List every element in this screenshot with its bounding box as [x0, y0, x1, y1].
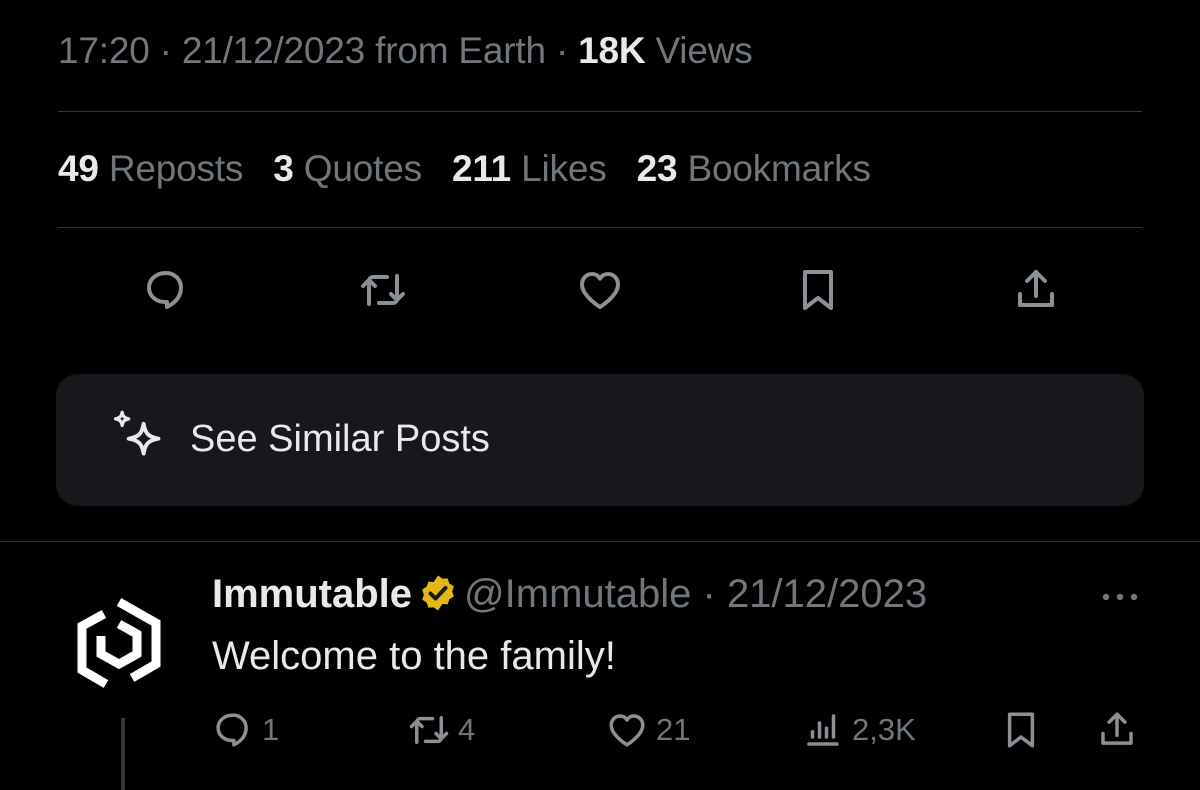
thread-line — [121, 718, 125, 790]
repost-icon — [361, 274, 405, 306]
reply-icon — [216, 713, 248, 747]
see-similar-posts-button[interactable]: See Similar Posts — [56, 374, 1144, 506]
reply-text: Welcome to the family! — [212, 634, 616, 678]
views-label: Views — [645, 30, 753, 71]
repost-count: 4 — [458, 712, 476, 747]
repost-button[interactable] — [355, 262, 411, 318]
stat-reposts[interactable]: 49 Reposts — [58, 148, 243, 189]
reply-author-name[interactable]: Immutable — [212, 572, 412, 616]
reply-views-button[interactable]: 2,3K — [802, 708, 916, 752]
analytics-icon — [807, 714, 839, 746]
post-date[interactable]: 21/12/2023 — [182, 30, 365, 71]
like-button[interactable] — [572, 262, 628, 318]
sparkle-icon — [113, 410, 161, 456]
more-options-icon[interactable] — [1098, 582, 1142, 612]
share-button[interactable] — [1008, 262, 1064, 318]
share-icon — [1101, 712, 1133, 745]
divider — [58, 111, 1142, 112]
divider — [0, 541, 1200, 542]
see-similar-posts-label: See Similar Posts — [190, 418, 490, 460]
reply-icon — [147, 271, 183, 309]
views-count-reply: 2,3K — [852, 712, 916, 747]
post-time[interactable]: 17:20 — [58, 30, 150, 71]
bookmark-button[interactable] — [790, 262, 846, 318]
like-count: 21 — [656, 712, 691, 747]
stat-bookmarks[interactable]: 23 Bookmarks — [637, 148, 871, 189]
reply-button[interactable] — [138, 262, 194, 318]
stat-quotes[interactable]: 3 Quotes — [273, 148, 422, 189]
divider — [58, 227, 1142, 228]
verified-badge-icon — [422, 575, 454, 611]
reply-share-button[interactable] — [1096, 708, 1146, 752]
like-icon — [609, 714, 645, 747]
reply-reply-button[interactable]: 1 — [212, 708, 279, 752]
post-metadata: 17:20 · 21/12/2023 from Earth · 18K View… — [58, 30, 753, 71]
reply-count: 1 — [262, 712, 280, 747]
like-icon — [580, 272, 620, 309]
reply-header: Immutable @Immutable · 21/12/2023 — [212, 572, 928, 616]
reply-repost-button[interactable]: 4 — [408, 708, 475, 752]
bookmark-icon — [1007, 712, 1035, 748]
views-count: 18K — [578, 30, 646, 71]
reply-date[interactable]: 21/12/2023 — [727, 572, 927, 616]
avatar[interactable] — [74, 596, 164, 692]
post-action-bar — [0, 262, 1200, 322]
stat-likes[interactable]: 211 Likes — [452, 148, 607, 189]
repost-icon — [409, 716, 449, 744]
engagement-stats: 49 Reposts 3 Quotes 211 Likes 23 Bookmar… — [58, 148, 891, 190]
post-source: from Earth — [365, 30, 546, 71]
reply-author-handle[interactable]: @Immutable — [464, 572, 691, 616]
share-icon — [1018, 270, 1054, 307]
reply-like-button[interactable]: 21 — [606, 708, 690, 752]
bookmark-icon — [803, 270, 833, 310]
reply-bookmark-button[interactable] — [1000, 708, 1050, 752]
